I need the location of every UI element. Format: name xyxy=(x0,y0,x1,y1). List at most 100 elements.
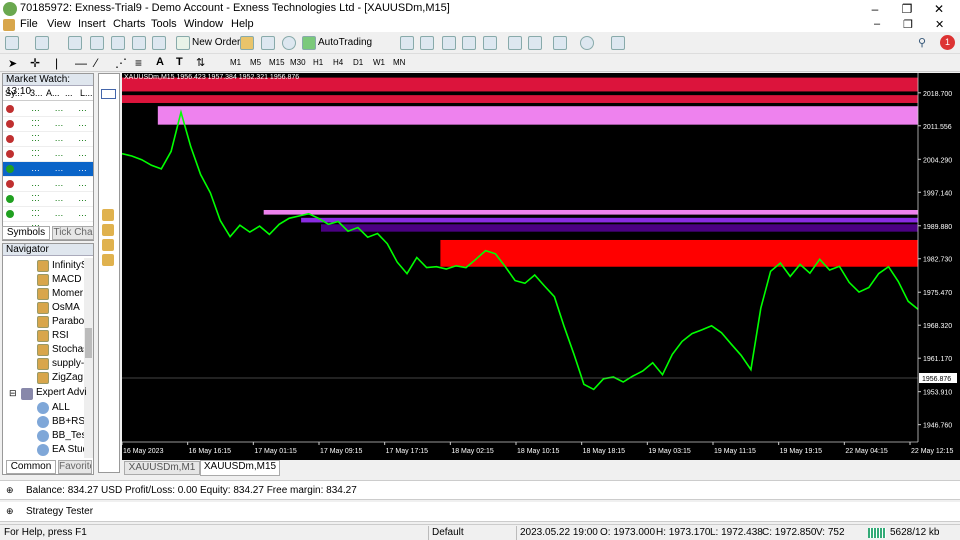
cursor-icon[interactable]: ➤ xyxy=(8,57,17,70)
crosshair-icon[interactable]: ✛ xyxy=(30,56,40,70)
navigator-item[interactable]: ZigZag xyxy=(52,371,84,385)
tab-common[interactable]: Common xyxy=(6,460,56,474)
tf-w1[interactable]: W1 xyxy=(373,58,385,67)
terminal-icon[interactable] xyxy=(132,36,146,50)
indicator-icon[interactable] xyxy=(102,209,114,221)
zoom-out-icon[interactable] xyxy=(462,36,476,50)
expert-advisor-item[interactable]: BB_Test xyxy=(52,429,84,443)
new-order-icon[interactable] xyxy=(176,36,190,50)
column-header[interactable]: 3... xyxy=(30,88,43,98)
market-watch-row[interactable]: … … … … xyxy=(3,177,93,198)
menu-file[interactable]: File xyxy=(20,18,38,30)
indicator-icon[interactable] xyxy=(102,224,114,236)
market-watch-row[interactable]: … … … … xyxy=(3,162,93,183)
notification-badge[interactable]: 1 xyxy=(940,35,955,50)
expert-advisors-folder[interactable]: Expert Advi xyxy=(36,387,86,398)
menu-window[interactable]: Window xyxy=(184,18,223,30)
tab-xauusd-m15[interactable]: XAUUSDm,M15 xyxy=(200,460,280,476)
navigator-item[interactable]: OsMA xyxy=(52,301,84,315)
market-watch-row[interactable]: … … … … xyxy=(3,192,93,213)
menu-help[interactable]: Help xyxy=(231,18,254,30)
strategy-tester-icon[interactable] xyxy=(152,36,166,50)
label-icon[interactable]: T xyxy=(176,56,183,68)
tab-favorites[interactable]: Favorite xyxy=(58,460,92,474)
metaeditor-icon[interactable] xyxy=(240,36,254,50)
text-icon[interactable]: A xyxy=(156,56,164,68)
navigator-item[interactable]: MACD xyxy=(52,273,84,287)
tile-windows-icon[interactable] xyxy=(483,36,497,50)
zoom-in-icon[interactable] xyxy=(442,36,456,50)
close-button[interactable]: ✕ xyxy=(924,0,954,18)
navigator-item[interactable]: RSI xyxy=(52,329,84,343)
expand-icon[interactable]: ⊕ xyxy=(6,485,14,496)
minimize-button[interactable]: – xyxy=(860,0,890,18)
search-icon[interactable]: ⚲ xyxy=(918,36,932,50)
expert-advisor-item[interactable]: ALL xyxy=(52,401,84,415)
bar-chart-icon[interactable] xyxy=(400,36,414,50)
menu-insert[interactable]: Insert xyxy=(78,18,106,30)
trendline-icon[interactable]: ⁄ xyxy=(95,56,97,70)
expand-icon[interactable]: ⊕ xyxy=(6,506,14,517)
new-order-button[interactable]: New Order xyxy=(192,37,240,48)
horizontal-line-icon[interactable]: — xyxy=(75,56,87,70)
tab-xauusd-m1[interactable]: XAUUSDm,M1 xyxy=(124,461,200,475)
market-watch-row[interactable]: … … … … xyxy=(3,207,93,228)
market-watch-row[interactable]: … … … … xyxy=(3,147,93,168)
profiles-icon[interactable] xyxy=(35,36,49,50)
menu-tools[interactable]: Tools xyxy=(151,18,177,30)
chart-shift-icon[interactable] xyxy=(508,36,522,50)
market-watch-row[interactable]: … … … … xyxy=(3,102,93,123)
tf-m15[interactable]: M15 xyxy=(269,58,285,67)
periods-icon[interactable] xyxy=(580,36,594,50)
navigator-item[interactable]: Stochas xyxy=(52,343,84,357)
tab-tick-chart[interactable]: Tick Cha xyxy=(52,226,94,240)
data-window-icon[interactable] xyxy=(90,36,104,50)
column-header[interactable]: ... xyxy=(65,88,73,98)
tf-m1[interactable]: M1 xyxy=(230,58,241,67)
column-header[interactable]: A... xyxy=(46,88,60,98)
expert-advisor-item[interactable]: BB+RSI xyxy=(52,415,84,429)
navigator-item[interactable]: Parabol xyxy=(52,315,84,329)
restore-button[interactable]: ❐ xyxy=(892,0,922,18)
navigator-icon[interactable] xyxy=(111,36,125,50)
strategy-tester-label[interactable]: Strategy Tester xyxy=(26,506,93,517)
navigator-scrollbar[interactable] xyxy=(84,258,93,458)
market-watch-row[interactable]: … … … … xyxy=(3,117,93,138)
navigator-item[interactable]: supply- xyxy=(52,357,84,371)
arrows-icon[interactable]: ⇅ xyxy=(196,56,205,69)
tf-h1[interactable]: H1 xyxy=(313,58,323,67)
market-icon[interactable] xyxy=(282,36,296,50)
column-header[interactable]: Sy... xyxy=(5,88,22,98)
fibonacci-icon[interactable]: ⋰ xyxy=(115,56,127,70)
autoscroll-icon[interactable] xyxy=(528,36,542,50)
tf-mn[interactable]: MN xyxy=(393,58,405,67)
menu-view[interactable]: View xyxy=(47,18,71,30)
tab-symbols[interactable]: Symbols xyxy=(2,226,50,240)
expert-advisor-item[interactable]: EA Stud xyxy=(52,443,84,457)
indicator-icon[interactable] xyxy=(102,254,114,266)
menu-charts[interactable]: Charts xyxy=(113,18,145,30)
templates-icon[interactable] xyxy=(611,36,625,50)
indicators-icon[interactable] xyxy=(553,36,567,50)
vertical-line-icon[interactable]: | xyxy=(55,56,58,70)
candlestick-icon[interactable] xyxy=(420,36,434,50)
autotrading-icon[interactable] xyxy=(302,36,316,50)
scrollbar-thumb[interactable] xyxy=(85,328,92,358)
tf-h4[interactable]: H4 xyxy=(333,58,343,67)
tf-m30[interactable]: M30 xyxy=(290,58,306,67)
indicator-icon[interactable] xyxy=(102,239,114,251)
price-chart[interactable]: 2018.700 2011.556 2004.290 1997.140 1989.880… xyxy=(121,73,960,460)
expand-toggle[interactable]: ⊟ xyxy=(9,388,17,399)
market-watch-row[interactable]: … … … … xyxy=(3,132,93,153)
chart-canvas[interactable]: 2018.700 2011.556 2004.290 1997.140 1989.880… xyxy=(121,73,960,460)
channel-icon[interactable]: ≡ xyxy=(135,56,142,70)
navigator-item[interactable]: Momer xyxy=(52,287,84,301)
inner-restore-button[interactable]: ❐ xyxy=(903,18,913,31)
new-chart-icon[interactable] xyxy=(5,36,19,50)
navigator-item[interactable]: InfinityS xyxy=(52,259,84,273)
signals-icon[interactable] xyxy=(261,36,275,50)
inner-minimize-button[interactable]: – xyxy=(874,18,880,30)
market-watch-icon[interactable] xyxy=(68,36,82,50)
autotrading-button[interactable]: AutoTrading xyxy=(318,37,372,48)
tf-d1[interactable]: D1 xyxy=(353,58,363,67)
